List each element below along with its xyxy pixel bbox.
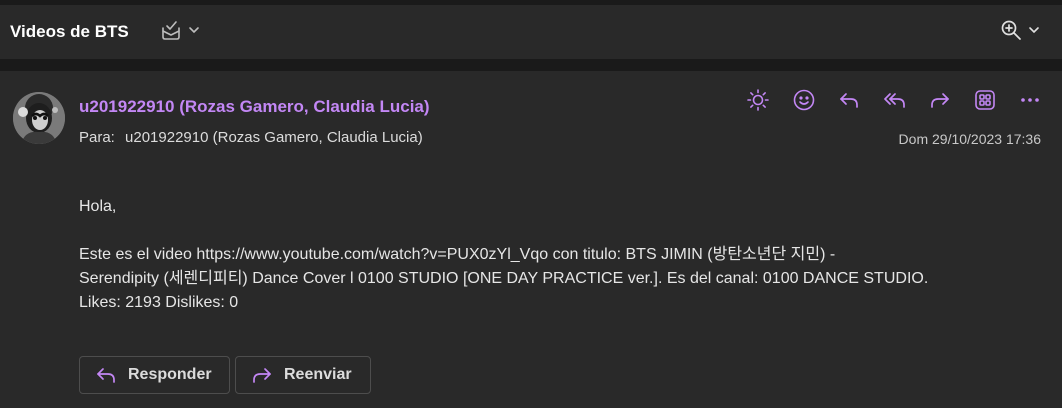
emoji-button[interactable] [790, 89, 818, 115]
to-label: Para: [79, 129, 115, 146]
chevron-down-icon [188, 24, 200, 36]
forward-button[interactable] [926, 89, 954, 115]
message-body: Hola, Este es el video https://www.youtu… [79, 195, 1044, 315]
separator [0, 59, 1062, 71]
more-icon [1018, 88, 1042, 117]
message-date: Dom 29/10/2023 17:36 [898, 131, 1041, 147]
avatar[interactable] [13, 92, 65, 144]
more-button[interactable] [1016, 89, 1044, 115]
emoji-icon [792, 88, 816, 117]
message-card: u201922910 (Rozas Gamero, Claudia Lucia)… [0, 71, 1062, 408]
reply-icon [837, 88, 861, 117]
reply-button[interactable] [835, 89, 863, 115]
greeting: Hola, [79, 198, 117, 215]
reply-all-icon [883, 88, 907, 117]
reply-icon [94, 363, 128, 387]
forward-action-button[interactable]: Reenviar [235, 356, 371, 394]
conversation-subject: Videos de BTS [10, 22, 129, 41]
body-line: Likes: 2193 Dislikes: 0 [79, 294, 239, 311]
select-mail-menu[interactable] [160, 19, 200, 41]
recipient-line: Para: u201922910 (Rozas Gamero, Claudia … [79, 129, 423, 146]
body-line: Este es el video https://www.youtube.com… [79, 246, 836, 263]
apps-icon [973, 88, 997, 117]
reply-action-button[interactable]: Responder [79, 356, 230, 394]
zoom-icon [1000, 19, 1022, 41]
recipient-name[interactable]: u201922910 (Rozas Gamero, Claudia Lucia) [125, 129, 423, 146]
select-mail-icon [160, 19, 182, 41]
body-line: Serendipity (세렌디피티) Dance Cover l 0100 S… [79, 270, 929, 287]
forward-icon [928, 88, 952, 117]
brightness-button[interactable] [744, 88, 772, 117]
zoom-menu[interactable] [1000, 19, 1040, 41]
message-actions [744, 88, 1044, 117]
reply-label: Responder [128, 366, 212, 383]
conversation-header: Videos de BTS [0, 5, 1062, 59]
sender-name[interactable]: u201922910 (Rozas Gamero, Claudia Lucia) [79, 97, 430, 117]
chevron-down-icon [1028, 24, 1040, 36]
brightness-icon [746, 88, 770, 117]
reply-all-button[interactable] [881, 89, 909, 115]
forward-label: Reenviar [284, 366, 352, 383]
forward-icon [250, 363, 284, 387]
apps-button[interactable] [971, 89, 999, 115]
